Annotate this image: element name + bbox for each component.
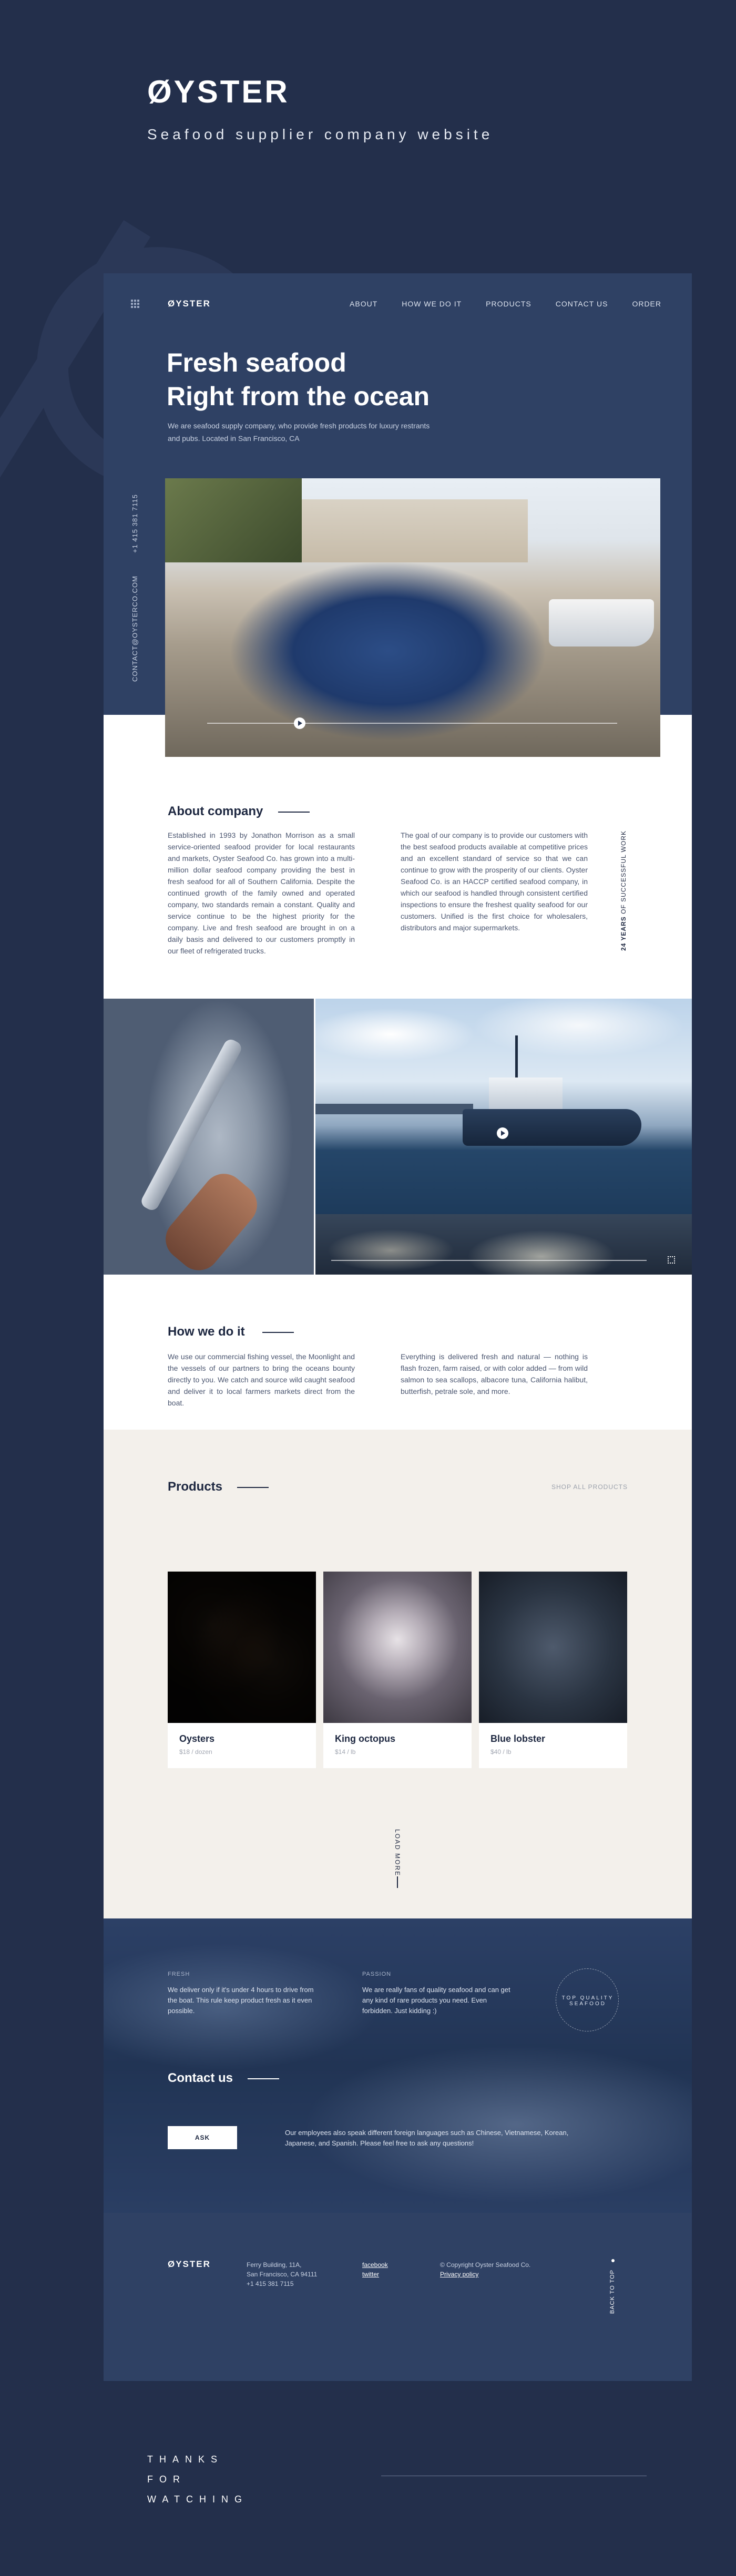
product-name: Blue lobster (490, 1733, 546, 1744)
fresh-label: FRESH (168, 1971, 190, 1977)
copyright-text: © Copyright Oyster Seafood Co. (440, 2261, 531, 2269)
address-line-1: Ferry Building, 11A, (247, 2261, 302, 2269)
video-play-icon[interactable] (497, 1127, 508, 1139)
passion-text: We are really fans of quality seafood an… (362, 1986, 510, 2015)
menu-grid-icon[interactable] (131, 300, 139, 308)
product-price: $14 / lb (335, 1748, 356, 1756)
address-line-2: San Francisco, CA 94111 (247, 2271, 318, 2278)
twitter-link[interactable]: twitter (362, 2270, 388, 2279)
video-progress-bar[interactable] (331, 1260, 647, 1261)
years-of-work-label: 24 YEARS OF SUCCESSFUL WORK (620, 830, 627, 951)
site-logo[interactable]: ØYSTER (168, 299, 211, 309)
main-nav: ABOUT HOW WE DO IT PRODUCTS CONTACT US O… (350, 300, 661, 308)
load-more-line (397, 1876, 398, 1888)
hero-photo-fishing-net (165, 478, 660, 757)
product-name: King octopus (335, 1733, 395, 1744)
thanks-line-3: WATCHING (147, 2494, 248, 2505)
products-section: Products SHOP ALL PRODUCTS Oysters $18 /… (104, 1430, 692, 1918)
back-to-top-dot-icon (611, 2259, 615, 2262)
nav-how-we-do-it[interactable]: HOW WE DO IT (402, 300, 462, 308)
about-column-1: Established in 1993 by Jonathon Morrison… (168, 831, 355, 955)
ask-button[interactable]: ASK (168, 2126, 237, 2149)
hero-title: Fresh seafood Right from the ocean (167, 346, 430, 413)
slider-play-icon[interactable] (294, 717, 305, 729)
about-title: About company (168, 804, 263, 818)
load-more-button[interactable]: LOAD MORE (394, 1829, 401, 1876)
about-title-line (278, 812, 310, 813)
product-name: Oysters (179, 1733, 215, 1744)
footer-legal: © Copyright Oyster Seafood Co. Privacy p… (440, 2260, 530, 2279)
how-title: How we do it (168, 1325, 245, 1339)
fish-fillet-photo (104, 999, 314, 1279)
oysters-image (168, 1572, 316, 1723)
nav-order[interactable]: ORDER (632, 300, 661, 308)
footer-logo[interactable]: ØYSTER (168, 2259, 211, 2270)
hero-email[interactable]: CONTACT@OYSTERCO.COM (131, 576, 139, 682)
hero-title-line2: Right from the ocean (167, 382, 430, 411)
back-to-top-button[interactable]: BACK TO TOP (609, 2270, 616, 2314)
photo-trees (165, 478, 302, 562)
languages-note: Our employees also speak different forei… (285, 2129, 569, 2147)
contact-title-line (248, 2078, 279, 2079)
products-title-line (237, 1487, 269, 1488)
product-card-king-octopus[interactable]: King octopus $14 / lb (323, 1572, 472, 1768)
how-column-2: Everything is delivered fresh and natura… (401, 1352, 588, 1395)
quality-badge: TOP QUALITY SEAFOOD (556, 1968, 619, 2031)
fresh-text: We deliver only if it's under 4 hours to… (168, 1986, 314, 2015)
octopus-image (323, 1572, 472, 1723)
thanks-line-2: FOR (147, 2474, 186, 2485)
nav-contact-us[interactable]: CONTACT US (556, 300, 608, 308)
hero-description: We are seafood supply company, who provi… (168, 422, 430, 443)
photo-buildings (302, 499, 528, 562)
photo-pier (315, 1104, 473, 1114)
about-column-2: The goal of our company is to provide ou… (401, 831, 588, 932)
how-title-line (262, 1332, 294, 1333)
footer: ØYSTER Ferry Building, 11A, San Francisc… (104, 2213, 692, 2381)
product-card-oysters[interactable]: Oysters $18 / dozen (168, 1572, 316, 1768)
contact-section: FRESH We deliver only if it's under 4 ho… (104, 1918, 692, 2213)
products-title: Products (168, 1480, 223, 1494)
photo-clouds (315, 999, 692, 1088)
footer-address: Ferry Building, 11A, San Francisco, CA 9… (247, 2260, 317, 2288)
presentation-logo: ØYSTER (147, 74, 290, 109)
fullscreen-icon[interactable] (668, 1256, 675, 1264)
product-card-blue-lobster[interactable]: Blue lobster $40 / lb (479, 1572, 627, 1768)
website-mockup: ØYSTER ABOUT HOW WE DO IT PRODUCTS CONTA… (104, 273, 692, 2381)
footer-phone[interactable]: +1 415 381 7115 (247, 2279, 317, 2288)
photo-boat (549, 599, 654, 646)
thanks-line-1: THANKS (147, 2454, 224, 2465)
facebook-link[interactable]: facebook (362, 2260, 388, 2270)
lobster-image (479, 1572, 627, 1723)
thanks-for-watching: THANKS FOR WATCHING (147, 2449, 248, 2509)
photo-rocks (315, 1214, 692, 1275)
product-price: $18 / dozen (179, 1748, 212, 1756)
hero-title-line1: Fresh seafood (167, 348, 346, 377)
passion-label: PASSION (362, 1971, 392, 1977)
hero-phone[interactable]: +1 415 381 7115 (131, 494, 139, 553)
nav-products[interactable]: PRODUCTS (486, 300, 531, 308)
presentation-subtitle: Seafood supplier company website (147, 126, 494, 142)
product-price: $40 / lb (490, 1748, 512, 1756)
privacy-policy-link[interactable]: Privacy policy (440, 2270, 530, 2279)
slider-track[interactable] (207, 723, 617, 724)
quality-badge-text: TOP QUALITY SEAFOOD (561, 1995, 614, 2007)
contact-title: Contact us (168, 2071, 233, 2085)
nav-about[interactable]: ABOUT (350, 300, 377, 308)
how-column-1: We use our commercial fishing vessel, th… (168, 1352, 355, 1407)
shop-all-products-link[interactable]: SHOP ALL PRODUCTS (551, 1483, 628, 1491)
photo-hand (157, 1165, 266, 1279)
fishing-boat-photo (315, 999, 692, 1275)
photo-boat-hull (463, 1109, 641, 1146)
footer-social: facebook twitter (362, 2260, 388, 2279)
